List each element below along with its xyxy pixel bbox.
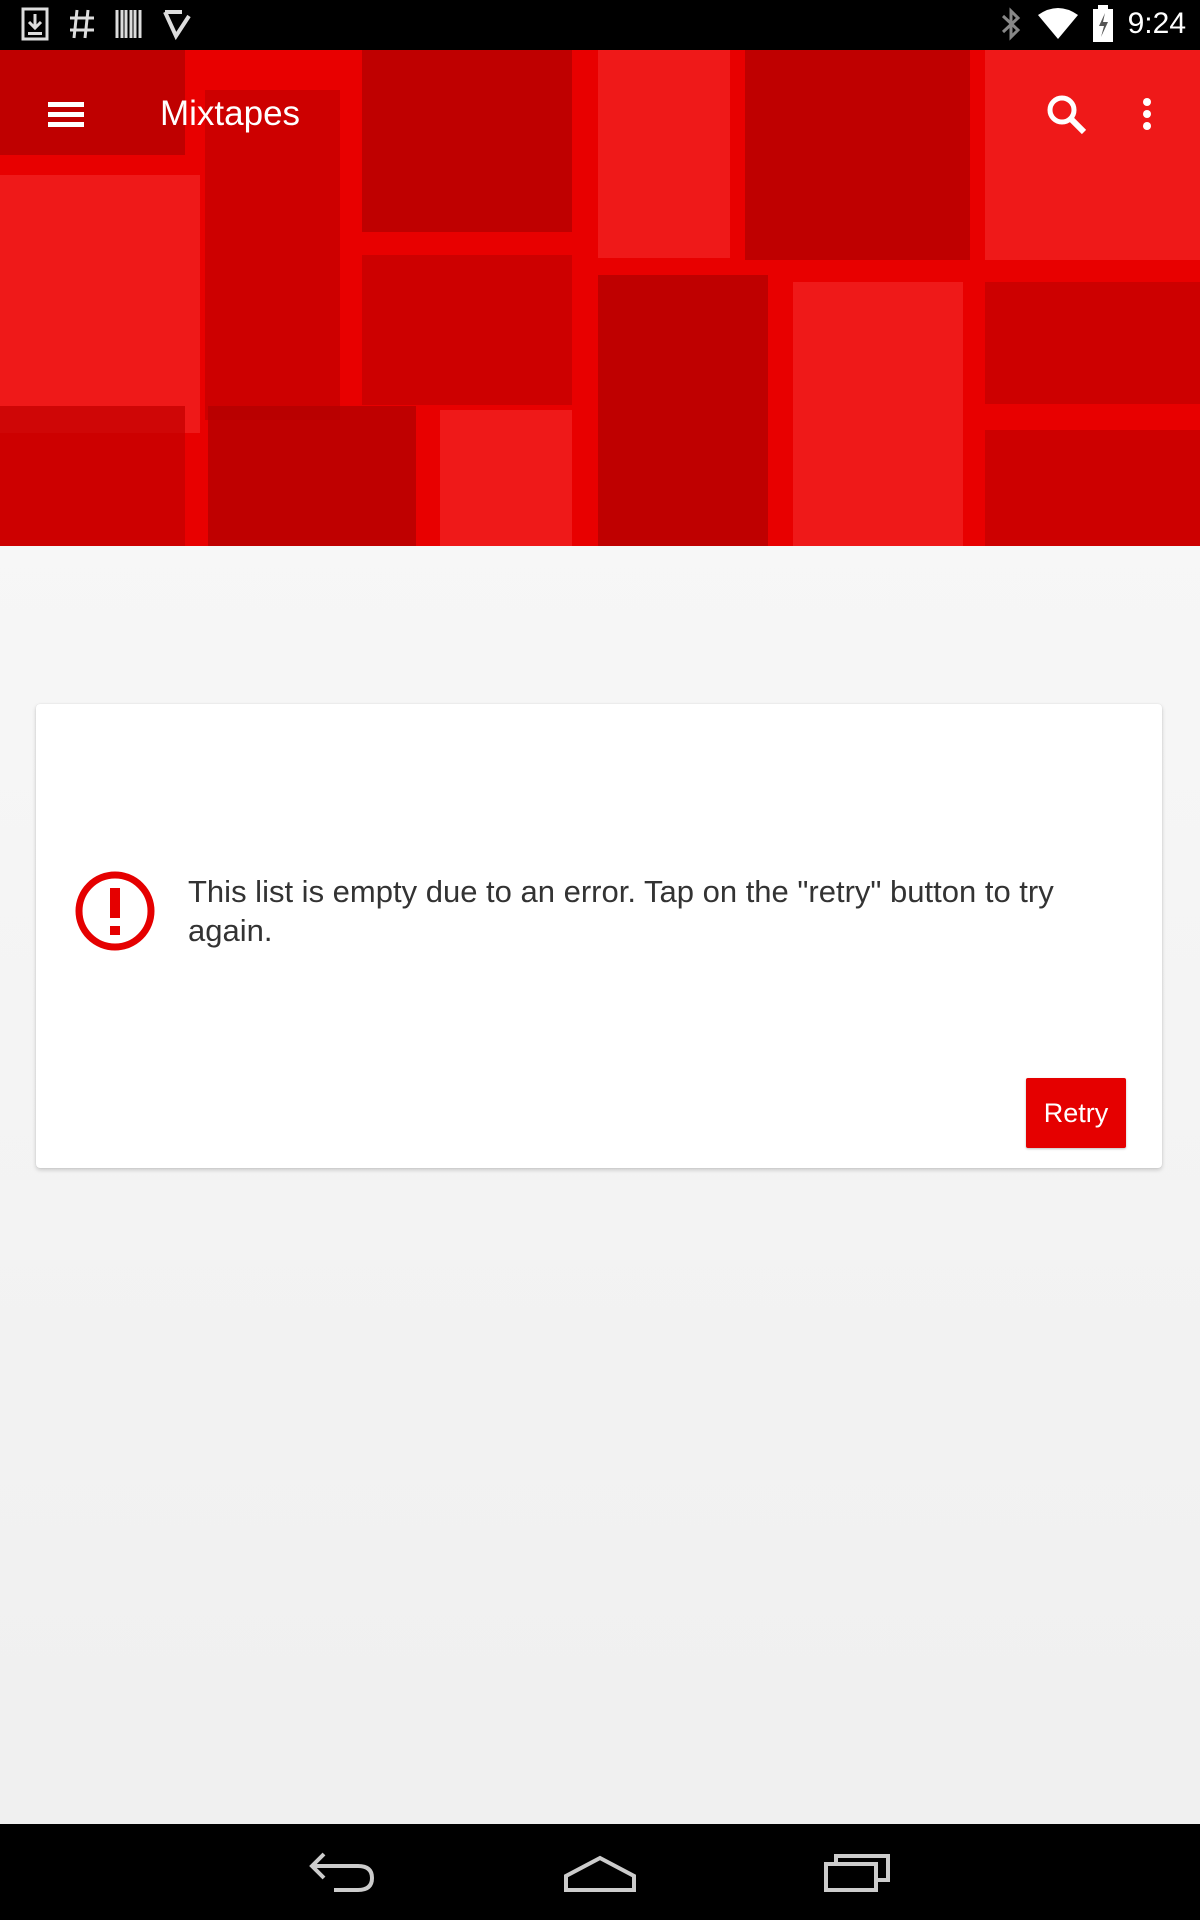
cover-art [598,275,768,546]
cover-art [0,175,200,433]
cover-art [985,430,1200,546]
retry-button[interactable]: Retry [1026,1078,1126,1148]
system-icons: 9:24 [998,4,1186,44]
hash-icon [70,9,94,39]
status-bar: 9:24 [0,0,1200,50]
menu-button[interactable] [44,90,94,140]
notification-icons [20,6,192,42]
error-icon [75,871,155,951]
navigation-bar [0,1824,1200,1920]
check-icon [163,10,191,41]
home-button[interactable] [562,1844,638,1900]
recents-button[interactable] [822,1844,892,1900]
clock: 9:24 [1127,7,1186,40]
more-vert-icon [1143,98,1151,130]
bluetooth-icon [1001,7,1020,41]
app-bar: Mixtapes [0,50,1200,178]
search-button[interactable] [1042,90,1092,140]
back-icon [309,1852,375,1892]
cover-art [985,282,1200,404]
cover-art [793,282,963,546]
cover-art [362,255,572,405]
menu-icon [48,102,84,127]
recents-icon [824,1854,890,1892]
wifi-icon [1037,8,1078,39]
error-message: This list is empty due to an error. Tap … [188,874,1054,948]
home-icon [564,1855,636,1892]
more-options-button[interactable] [1132,90,1162,140]
search-icon [1047,95,1087,135]
app-title: Mixtapes [160,94,301,133]
download-icon [21,7,49,41]
battery-icon [1092,5,1113,42]
cover-art [440,410,572,546]
back-button[interactable] [306,1844,378,1900]
barcode-icon [115,10,142,38]
error-card: This list is empty due to an error. Tap … [36,704,1162,1168]
cover-art [208,406,416,546]
cover-art [0,406,185,546]
